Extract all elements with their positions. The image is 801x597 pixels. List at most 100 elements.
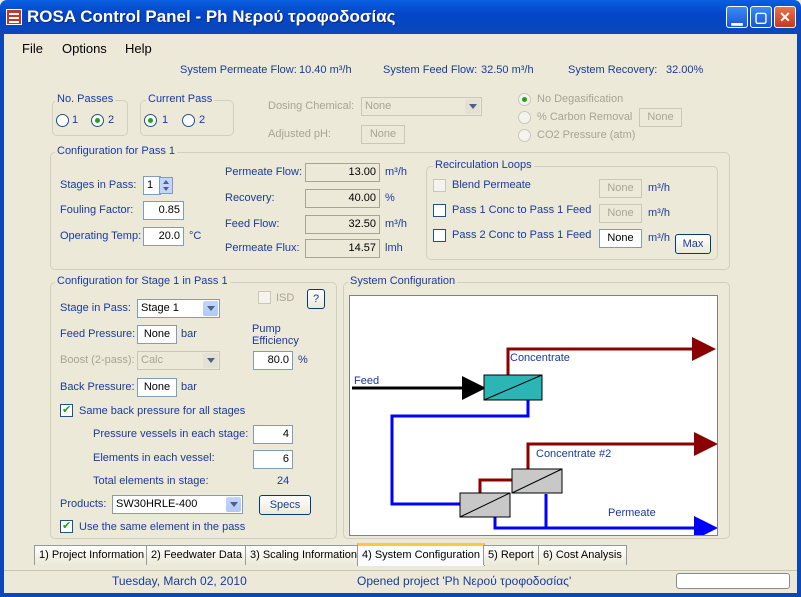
specs-button[interactable]: Specs <box>259 495 311 515</box>
max-button[interactable]: Max <box>675 234 711 254</box>
system-config-title: System Configuration <box>348 275 458 287</box>
adjusted-ph-label: Adjusted pH: <box>268 128 331 140</box>
chevron-down-icon <box>203 301 218 316</box>
stages-spinner[interactable] <box>159 177 173 194</box>
total-elements-label: Total elements in stage: <box>93 475 209 487</box>
app-icon[interactable] <box>6 9 22 25</box>
feed-pressure-label: Feed Pressure: <box>60 328 136 340</box>
pump-efficiency-label: Pump Efficiency <box>252 323 299 347</box>
tab-feedwater-data[interactable]: 2) Feedwater Data <box>146 545 248 565</box>
interstage-line <box>390 400 530 506</box>
fouling-input[interactable]: 0.85 <box>143 201 184 220</box>
elements-label: Elements in each vessel: <box>93 452 215 464</box>
pass2-conc-label: Pass 2 Conc to Pass 1 Feed <box>452 229 592 241</box>
status-date: Tuesday, March 02, 2010 <box>112 574 247 588</box>
stage-in-pass-select[interactable]: Stage 1 <box>137 299 220 318</box>
same-element-label: Use the same element in the pass <box>79 521 246 533</box>
tab-system-configuration[interactable]: 4) System Configuration <box>357 543 485 566</box>
pump-efficiency-input[interactable]: 80.0 <box>253 351 293 370</box>
chevron-down-icon <box>226 497 241 512</box>
permeate-label: Permeate <box>608 507 656 519</box>
system-recovery-label: System Recovery: <box>568 64 658 76</box>
pass2-conc-field[interactable]: None <box>599 229 642 248</box>
recovery-value: 40.00 <box>305 189 380 208</box>
pass-config-title: Configuration for Pass 1 <box>55 145 178 157</box>
adjusted-ph-field[interactable]: None <box>361 125 405 144</box>
same-back-pressure-label: Same back pressure for all stages <box>79 405 246 417</box>
current-pass-title: Current Pass <box>146 93 215 105</box>
current-pass-radio-1[interactable] <box>144 114 157 127</box>
current-pass-radio-2[interactable] <box>182 114 195 127</box>
boost-select[interactable]: Calc <box>137 351 220 370</box>
pressure-vessel-pass-2b <box>511 468 563 494</box>
system-recovery-value: 32.00% <box>666 64 704 76</box>
permeate-flow-label: Permeate Flow: <box>225 166 303 178</box>
chevron-down-icon <box>465 99 480 114</box>
pass1-conc-field[interactable]: None <box>599 204 642 223</box>
system-feed-flow-label: System Feed Flow: <box>383 64 478 76</box>
recovery-unit: % <box>385 192 395 204</box>
degas-value-field[interactable]: None <box>639 108 682 127</box>
concentrate-2-label: Concentrate #2 <box>536 448 612 460</box>
no-passes-title: No. Passes <box>55 93 116 105</box>
temp-unit: °C <box>189 230 202 242</box>
help-button[interactable]: ? <box>307 289 325 309</box>
menu-help[interactable]: Help <box>125 41 152 56</box>
menu-options[interactable]: Options <box>62 41 107 56</box>
temp-label: Operating Temp: <box>60 230 142 242</box>
pass1-conc-checkbox[interactable] <box>433 204 446 217</box>
recovery-label: Recovery: <box>225 192 275 204</box>
dosing-chemical-select[interactable]: None <box>361 97 482 116</box>
no-passes-radio-2[interactable] <box>91 114 104 127</box>
products-select[interactable]: SW30HRLE-400 <box>112 495 243 514</box>
tab-project-information[interactable]: 1) Project Information <box>34 545 150 565</box>
permeate-flow-unit: m³/h <box>385 166 407 178</box>
permeate-flux-unit: lmh <box>385 242 403 254</box>
system-feed-flow-value: 32.50 m³/h <box>481 64 534 76</box>
same-back-pressure-checkbox[interactable] <box>60 403 73 417</box>
permeate-flux-value: 14.57 <box>305 239 380 258</box>
chevron-down-icon <box>203 353 218 368</box>
back-pressure-input[interactable]: None <box>137 378 177 397</box>
stages-label: Stages in Pass: <box>60 179 137 191</box>
elements-input[interactable]: 6 <box>253 450 293 469</box>
temp-input[interactable]: 20.0 <box>143 227 184 246</box>
co2-pressure-radio[interactable] <box>518 129 531 142</box>
back-pressure-unit: bar <box>181 381 197 393</box>
tab-scaling-information[interactable]: 3) Scaling Information <box>245 545 362 565</box>
blend-permeate-label: Blend Permeate <box>452 179 531 191</box>
permeate-flow-value: 13.00 <box>305 163 380 182</box>
stage-in-pass-label: Stage in Pass: <box>60 302 131 314</box>
feed-flow-unit: m³/h <box>385 218 407 230</box>
pump-efficiency-unit: % <box>298 354 308 366</box>
vessels-input[interactable]: 4 <box>253 425 293 444</box>
stage-config-title: Configuration for Stage 1 in Pass 1 <box>55 275 230 287</box>
permeate-line <box>493 494 718 540</box>
tab-cost-analysis[interactable]: 6) Cost Analysis <box>538 545 627 565</box>
system-diagram-svg <box>352 337 718 540</box>
back-pressure-label: Back Pressure: <box>60 381 135 393</box>
isd-checkbox[interactable] <box>258 291 271 304</box>
feed-pressure-input[interactable]: None <box>137 325 177 344</box>
blend-permeate-checkbox[interactable] <box>433 179 446 192</box>
no-passes-radio-1[interactable] <box>56 114 69 127</box>
pressure-vessel-stage-1 <box>483 374 543 401</box>
minimize-button[interactable]: ▁ <box>726 6 748 28</box>
menu-file[interactable]: File <box>22 41 43 56</box>
products-label: Products: <box>60 498 107 510</box>
close-button[interactable]: ✕ <box>774 6 796 28</box>
pass2-conc-checkbox[interactable] <box>433 229 446 242</box>
tab-report[interactable]: 5) Report <box>483 545 539 565</box>
current-pass-option-2: 2 <box>199 114 206 126</box>
system-permeate-flow-value: 10.40 m³/h <box>299 64 352 76</box>
blend-permeate-field[interactable]: None <box>599 179 642 198</box>
no-degas-radio[interactable] <box>518 93 531 106</box>
fouling-label: Fouling Factor: <box>60 204 134 216</box>
recirc-title: Recirculation Loops <box>433 159 534 171</box>
window-title: ROSA Control Panel - Ph Νερού τροφοδοσία… <box>27 7 396 26</box>
vessels-label: Pressure vessels in each stage: <box>93 428 249 440</box>
maximize-button[interactable]: ▢ <box>750 6 772 28</box>
same-element-checkbox[interactable] <box>60 519 73 533</box>
feed-label: Feed <box>354 375 380 387</box>
carbon-removal-radio[interactable] <box>518 111 531 124</box>
